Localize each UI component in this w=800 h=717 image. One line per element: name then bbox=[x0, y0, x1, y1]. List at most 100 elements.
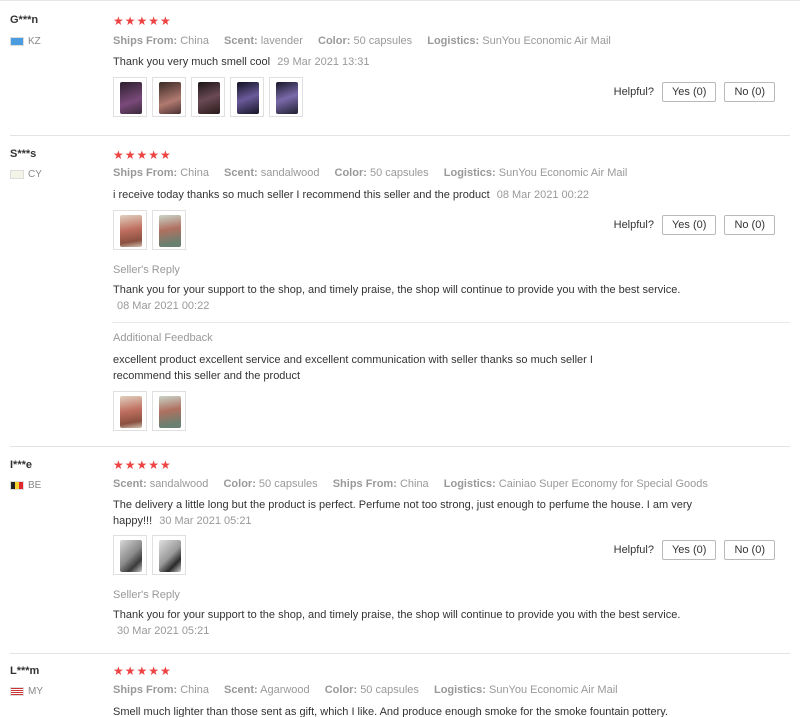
rating-stars: ★★★★★ bbox=[113, 664, 172, 678]
reply-body: Thank you for your support to the shop, … bbox=[113, 284, 681, 296]
attr-key: Logistics: bbox=[443, 167, 496, 179]
helpful-yes-button[interactable]: Yes (0) bbox=[661, 215, 717, 235]
attr-value: sandalwood bbox=[260, 167, 320, 179]
attr-key: Color: bbox=[324, 684, 358, 696]
helpful-label: Helpful? bbox=[613, 219, 654, 231]
photo-thumbnail[interactable] bbox=[191, 77, 225, 117]
review-date: 30 Mar 2021 05:21 bbox=[159, 515, 252, 527]
rating-stars: ★★★★★ bbox=[113, 14, 172, 28]
review-item: S***s CY ★★★★★ Ships From: China Scent: … bbox=[0, 136, 790, 446]
seller-reply-text: Thank you for your support to the shop, … bbox=[113, 607, 693, 639]
attr-key: Ships From: bbox=[113, 35, 178, 47]
review-attributes: Ships From: China Scent: lavender Color:… bbox=[113, 35, 623, 47]
photo-thumbnail[interactable] bbox=[152, 77, 186, 117]
attr-key: Logistics: bbox=[443, 478, 496, 490]
review-photos bbox=[113, 77, 303, 117]
helpful-label: Helpful? bbox=[613, 86, 654, 98]
helpful-no-button[interactable]: No (0) bbox=[724, 215, 775, 235]
photo-thumbnail[interactable] bbox=[152, 210, 186, 250]
attr-key: Scent: bbox=[224, 35, 258, 47]
review-attributes: Ships From: China Scent: sandalwood Colo… bbox=[113, 167, 639, 179]
additional-body: excellent product excellent service and … bbox=[113, 354, 593, 382]
reviewer-country: MY bbox=[10, 686, 43, 697]
additional-photos bbox=[113, 391, 186, 431]
attr-key: Scent: bbox=[224, 167, 258, 179]
country-code: CY bbox=[28, 169, 42, 180]
attr-value: China bbox=[180, 684, 209, 696]
review-photos bbox=[113, 210, 186, 250]
reviewer-country: KZ bbox=[10, 36, 41, 47]
reviewer-name: I***e bbox=[10, 459, 33, 471]
attr-value: China bbox=[180, 167, 209, 179]
helpful-no-button[interactable]: No (0) bbox=[724, 82, 775, 102]
section-divider bbox=[112, 322, 790, 323]
review-body: i receive today thanks so much seller I … bbox=[113, 189, 490, 201]
reply-date: 30 Mar 2021 05:21 bbox=[117, 625, 210, 637]
attr-key: Color: bbox=[318, 35, 351, 47]
review-attributes: Ships From: China Scent: Agarwood Color:… bbox=[113, 684, 630, 696]
review-date: 08 Mar 2021 00:22 bbox=[496, 189, 590, 201]
photo-thumbnail[interactable] bbox=[152, 391, 186, 431]
reply-body: Thank you for your support to the shop, … bbox=[113, 609, 681, 621]
country-code: KZ bbox=[28, 36, 41, 47]
review-item: I***e BE ★★★★★ Scent: sandalwood Color: … bbox=[0, 447, 790, 653]
additional-feedback-label: Additional Feedback bbox=[113, 332, 213, 344]
seller-reply-label: Seller's Reply bbox=[113, 264, 180, 276]
attr-key: Ships From: bbox=[332, 478, 397, 490]
attr-value: SunYou Economic Air Mail bbox=[488, 684, 618, 696]
review-body: Smell much lighter than those sent as gi… bbox=[113, 706, 668, 717]
review-text: Smell much lighter than those sent as gi… bbox=[113, 704, 713, 717]
photo-thumbnail[interactable] bbox=[230, 77, 264, 117]
reviewer-name: G***n bbox=[10, 14, 39, 26]
country-code: MY bbox=[28, 686, 43, 697]
attr-value: 50 capsules bbox=[258, 478, 318, 490]
helpful-yes-button[interactable]: Yes (0) bbox=[661, 540, 717, 560]
reviewer-name: L***m bbox=[10, 665, 40, 677]
photo-thumbnail[interactable] bbox=[113, 77, 147, 117]
helpful-controls: Helpful? Yes (0) No (0) bbox=[614, 82, 775, 102]
attr-key: Scent: bbox=[113, 478, 147, 490]
photo-thumbnail[interactable] bbox=[113, 535, 147, 575]
rating-stars: ★★★★★ bbox=[113, 148, 172, 162]
photo-thumbnail[interactable] bbox=[113, 391, 147, 431]
attr-key: Ships From: bbox=[113, 684, 178, 696]
attr-key: Scent: bbox=[224, 684, 258, 696]
flag-icon bbox=[10, 481, 24, 490]
attr-value: lavender bbox=[260, 35, 303, 47]
attr-value: SunYou Economic Air Mail bbox=[498, 167, 628, 179]
attr-value: China bbox=[180, 35, 209, 47]
attr-value: China bbox=[399, 478, 429, 490]
helpful-no-button[interactable]: No (0) bbox=[724, 540, 775, 560]
review-attributes: Scent: sandalwood Color: 50 capsules Shi… bbox=[113, 478, 720, 490]
photo-thumbnail[interactable] bbox=[269, 77, 303, 117]
helpful-controls: Helpful? Yes (0) No (0) bbox=[614, 540, 775, 560]
review-text: i receive today thanks so much seller I … bbox=[113, 187, 713, 203]
attr-key: Logistics: bbox=[433, 684, 486, 696]
review-text: Thank you very much smell cool 29 Mar 20… bbox=[113, 54, 713, 70]
reply-date: 08 Mar 2021 00:22 bbox=[117, 300, 210, 312]
reviewer-country: BE bbox=[10, 480, 41, 491]
attr-key: Color: bbox=[334, 167, 367, 179]
attr-value: SunYou Economic Air Mail bbox=[482, 35, 611, 47]
review-body: Thank you very much smell cool bbox=[113, 56, 271, 68]
review-date: 29 Mar 2021 13:31 bbox=[277, 56, 370, 68]
photo-thumbnail[interactable] bbox=[152, 535, 186, 575]
rating-stars: ★★★★★ bbox=[113, 458, 172, 472]
attr-key: Ships From: bbox=[113, 167, 178, 179]
review-text: The delivery a little long but the produ… bbox=[113, 497, 713, 529]
country-code: BE bbox=[28, 480, 42, 491]
helpful-yes-button[interactable]: Yes (0) bbox=[661, 82, 717, 102]
seller-reply-text: Thank you for your support to the shop, … bbox=[113, 282, 693, 314]
review-item: L***m MY ★★★★★ Ships From: China Scent: … bbox=[0, 654, 790, 717]
helpful-label: Helpful? bbox=[613, 544, 654, 556]
attr-value: Cainiao Super Economy for Special Goods bbox=[498, 478, 708, 490]
flag-icon bbox=[10, 170, 24, 179]
flag-icon bbox=[10, 37, 24, 46]
attr-value: Agarwood bbox=[260, 684, 310, 696]
helpful-controls: Helpful? Yes (0) No (0) bbox=[614, 215, 775, 235]
attr-value: 50 capsules bbox=[353, 35, 413, 47]
reviewer-name: S***s bbox=[10, 148, 37, 160]
photo-thumbnail[interactable] bbox=[113, 210, 147, 250]
attr-value: 50 capsules bbox=[369, 167, 429, 179]
attr-value: 50 capsules bbox=[360, 684, 419, 696]
